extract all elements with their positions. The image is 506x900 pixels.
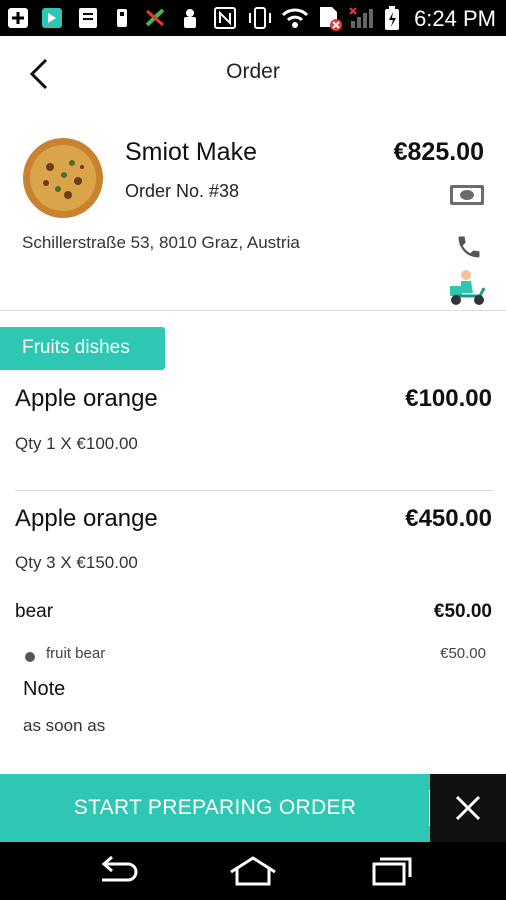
nfc-icon — [212, 7, 238, 29]
start-preparing-button[interactable]: START PREPARING ORDER — [0, 774, 430, 842]
order-number: Order No. #38 — [125, 181, 240, 201]
addon-option-price: €50.00 — [440, 645, 486, 662]
item-name: Apple orange — [15, 385, 158, 412]
status-bar: 6:24 PM — [0, 0, 506, 36]
bullet-icon — [25, 652, 35, 662]
close-button[interactable] — [430, 774, 506, 842]
scooter-delivery-icon — [446, 268, 488, 306]
order-total: €825.00 — [393, 138, 484, 166]
addon-price: €50.00 — [433, 601, 492, 622]
item-quantity: Qty 1 X €100.00 — [15, 434, 138, 453]
nav-home-button[interactable] — [223, 854, 283, 888]
item-quantity: Qty 3 X €150.00 — [15, 553, 138, 572]
note-label: Note — [23, 678, 66, 700]
category-tag: Fruits dishes — [0, 327, 165, 370]
wifi-icon — [280, 7, 310, 29]
sd-card-error-icon — [316, 7, 344, 31]
vibrate-icon — [246, 7, 274, 29]
addon-option-name: fruit bear — [46, 645, 106, 662]
battery-saver-off-icon — [142, 7, 170, 29]
nav-recents-button[interactable] — [360, 854, 420, 888]
item-price: €100.00 — [405, 385, 492, 412]
lock-icon — [180, 7, 200, 29]
restaurant-food-image — [22, 137, 104, 219]
add-box-icon — [6, 7, 30, 29]
delivery-address: Schillerstraße 53, 8010 Graz, Austria — [22, 233, 300, 252]
nav-recents-icon — [372, 857, 412, 886]
close-icon — [455, 795, 481, 821]
customer-name: Smiot Make — [125, 138, 257, 166]
navigation-bar — [0, 842, 506, 900]
nav-home-icon — [230, 856, 276, 886]
nav-back-button[interactable] — [88, 854, 148, 888]
battery-charging-icon — [382, 6, 402, 30]
note-text: as soon as — [23, 716, 106, 735]
shield-app-icon — [40, 7, 64, 29]
item-name: Apple orange — [15, 505, 158, 532]
phone-icon[interactable] — [455, 233, 483, 261]
nav-back-icon — [101, 855, 138, 882]
section-divider — [0, 310, 506, 311]
addon-name: bear — [15, 601, 54, 622]
no-signal-icon — [348, 7, 378, 29]
document-icon — [76, 7, 100, 29]
status-time: 6:24 PM — [414, 6, 496, 31]
item-price: €450.00 — [405, 505, 492, 532]
usb-icon — [112, 7, 132, 29]
app-header: Order — [0, 36, 506, 108]
page-title: Order — [226, 60, 280, 83]
item-divider — [15, 490, 493, 491]
cash-icon — [449, 184, 485, 206]
